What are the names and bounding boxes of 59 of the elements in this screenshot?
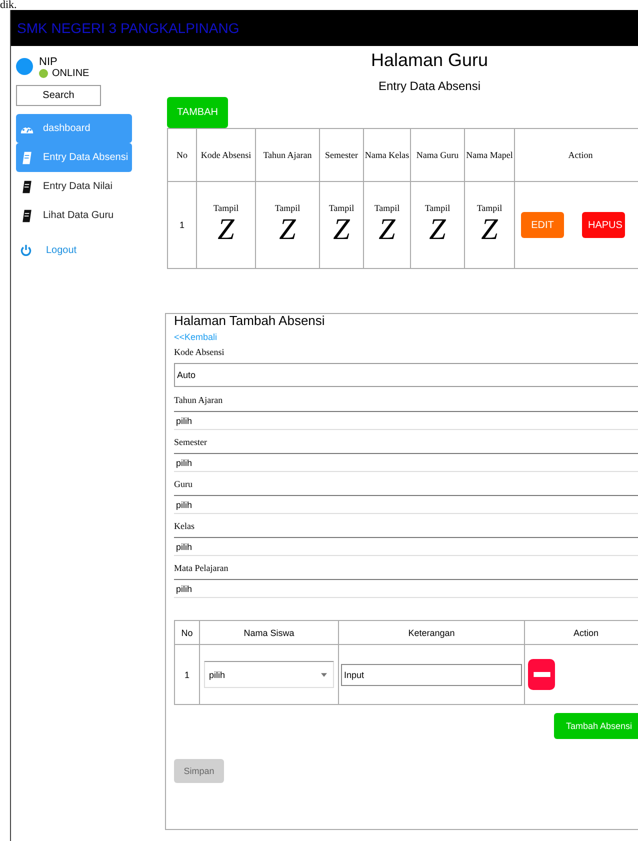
z-glyph: Z (218, 213, 234, 247)
show-link[interactable]: Tampil (424, 203, 450, 213)
column-header: Kode Absensi (196, 128, 256, 182)
dropdown[interactable]: pilih (174, 453, 638, 472)
field-label: Kelas (174, 521, 196, 531)
dropdown[interactable]: pilih (174, 411, 638, 430)
column-header: Tahun Ajaran (256, 128, 320, 182)
field-label: Tahun Ajaran (174, 395, 224, 405)
z-glyph: Z (279, 213, 296, 247)
field-label: Mata Pelajaran (174, 563, 230, 573)
field-label: Semester (174, 437, 208, 447)
column-header: No (168, 128, 196, 182)
show-link[interactable]: Tampil (374, 203, 400, 213)
delete-button[interactable]: HAPUS (582, 212, 625, 238)
z-glyph: Z (378, 213, 396, 247)
status-label: ONLINE (52, 68, 90, 79)
dropdown[interactable]: pilih (174, 579, 638, 598)
sidebar-item[interactable]: Entry Data Nilai (16, 172, 132, 201)
column-header: Nama Mapel (464, 128, 514, 182)
column-header: No (174, 620, 200, 644)
sidebar-item[interactable]: Lihat Data Guru (16, 201, 132, 230)
book-icon (20, 180, 34, 194)
school-name: SMK NEGERI 3 PANGKALPINANG (17, 20, 240, 36)
z-glyph: Z (333, 213, 350, 247)
z-glyph: Z (481, 213, 498, 247)
column-header: Nama Kelas (364, 128, 410, 182)
show-link[interactable]: Tampil (213, 203, 239, 213)
book-icon (20, 150, 34, 164)
avatar-icon (16, 58, 33, 75)
column-header: Action (514, 128, 638, 182)
form-title: Halaman Tambah Absensi (174, 314, 326, 328)
power-icon (20, 244, 32, 256)
search-button[interactable]: Search (16, 85, 101, 106)
caret-icon (321, 672, 327, 676)
student-dropdown[interactable]: pilih (204, 661, 334, 688)
user-name: NIP (39, 56, 58, 68)
remove-button[interactable] (528, 659, 555, 690)
table-cell: 1 (174, 644, 200, 704)
minus-icon (532, 672, 550, 677)
show-link[interactable]: Tampil (328, 203, 354, 213)
document-text-fragment: dik. (0, 0, 17, 10)
column-header: Keterangan (338, 620, 524, 644)
dropdown[interactable]: pilih (174, 495, 638, 514)
note-field[interactable]: Input (341, 664, 522, 686)
show-link[interactable]: Tampil (476, 203, 502, 213)
field-label: Kode Absensi (174, 347, 226, 357)
column-header: Nama Siswa (200, 620, 338, 644)
text-field[interactable]: Auto (174, 363, 638, 387)
z-glyph: Z (429, 213, 446, 247)
table-cell: 1 (168, 182, 196, 268)
column-header: Action (524, 620, 638, 644)
dropdown[interactable]: pilih (174, 537, 638, 556)
show-link[interactable]: Tampil (274, 203, 300, 213)
book-icon (20, 208, 34, 222)
column-header: Semester (320, 128, 364, 182)
page-title: Halaman Guru (370, 50, 490, 71)
page-subtitle: Entry Data Absensi (377, 79, 482, 93)
field-label: Guru (174, 479, 194, 489)
column-header: Nama Guru (410, 128, 464, 182)
